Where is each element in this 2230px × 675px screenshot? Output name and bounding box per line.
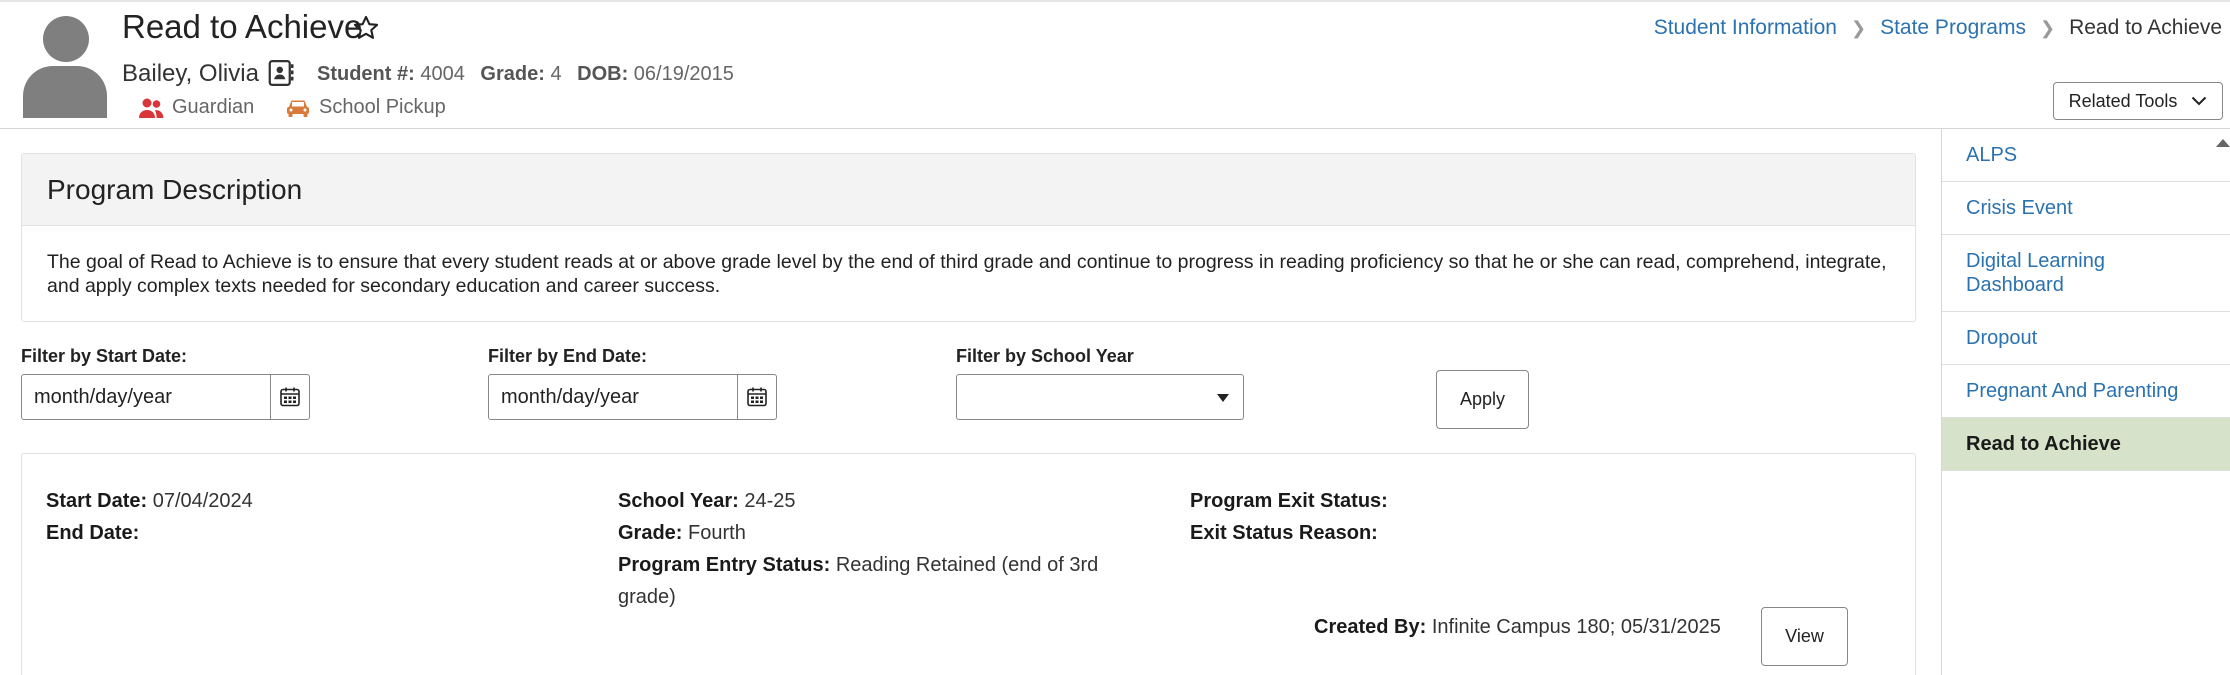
- view-button[interactable]: View: [1761, 607, 1848, 666]
- end-date-filter-input[interactable]: month/day/year: [488, 374, 777, 420]
- grade-value: Fourth: [688, 522, 746, 544]
- created-by-label: Created By:: [1314, 616, 1427, 638]
- related-tools-button[interactable]: Related Tools: [2053, 82, 2223, 120]
- breadcrumb-current: Read to Achieve: [2069, 16, 2222, 39]
- start-date-field: Start Date: 07/04/2024: [46, 485, 253, 517]
- chevron-right-icon: ❯: [2039, 17, 2056, 38]
- breadcrumb-state-programs[interactable]: State Programs: [1880, 16, 2026, 40]
- breadcrumb: Student Information ❯ State Programs ❯ R…: [1654, 16, 2222, 40]
- entry-status-field: Program Entry Status: Reading Retained (…: [618, 549, 1138, 613]
- car-icon: [287, 100, 309, 117]
- school-year-value: 24-25: [744, 490, 796, 512]
- sidebar-item-pregnant-and-parenting[interactable]: Pregnant And Parenting: [1942, 365, 2230, 418]
- start-date-label: Start Date:: [46, 490, 148, 512]
- related-tools-label: Related Tools: [2068, 90, 2178, 111]
- end-date-filter-label: Filter by End Date:: [488, 346, 648, 366]
- student-number: 4004: [420, 63, 465, 85]
- start-date-filter-label: Filter by Start Date:: [21, 346, 188, 366]
- contact-card-icon[interactable]: [266, 58, 296, 88]
- school-pickup-label: School Pickup: [319, 96, 446, 118]
- start-date-filter-input[interactable]: month/day/year: [21, 374, 310, 420]
- sidebar-item-digital-learning-dashboard[interactable]: Digital Learning Dashboard: [1942, 235, 2230, 312]
- breadcrumb-student-information[interactable]: Student Information: [1654, 16, 1837, 40]
- chevron-right-icon: ❯: [1850, 17, 1867, 38]
- sidebar-item-read-to-achieve[interactable]: Read to Achieve: [1942, 418, 2230, 471]
- program-description-panel: Program Description The goal of Read to …: [21, 153, 1916, 322]
- exit-status-label: Program Exit Status:: [1190, 490, 1388, 512]
- student-meta: Student #: 4004 Grade: 4 DOB: 06/19/2015: [317, 63, 734, 86]
- dob-label: DOB:: [577, 63, 629, 85]
- entry-status-label: Program Entry Status:: [618, 554, 831, 576]
- exit-reason-label: Exit Status Reason:: [1190, 522, 1378, 544]
- sidebar-item-dropout[interactable]: Dropout: [1942, 312, 2230, 365]
- calendar-icon[interactable]: [738, 375, 776, 419]
- guardian-label: Guardian: [172, 96, 255, 118]
- apply-button[interactable]: Apply: [1436, 370, 1529, 429]
- top-border: [0, 0, 2230, 2]
- student-name: Bailey, Olivia: [122, 60, 259, 87]
- student-grade: 4: [550, 63, 562, 85]
- grade-label: Grade:: [480, 63, 545, 85]
- programs-sidebar: ALPS Crisis Event Digital Learning Dashb…: [1941, 129, 2230, 675]
- student-avatar: [23, 16, 107, 118]
- favorite-star-icon[interactable]: [352, 14, 380, 42]
- end-date-label: End Date:: [46, 522, 140, 544]
- created-by-value: Infinite Campus 180; 05/31/2025: [1431, 616, 1721, 638]
- header-divider: [0, 128, 2230, 129]
- created-by-field: Created By: Infinite Campus 180; 05/31/2…: [1314, 611, 1721, 643]
- student-dob: 06/19/2015: [633, 63, 734, 85]
- exit-status-field: Program Exit Status:: [1190, 485, 1388, 517]
- start-date-placeholder[interactable]: month/day/year: [22, 375, 271, 419]
- end-date-placeholder[interactable]: month/day/year: [489, 375, 738, 419]
- page-title: Read to Achieve: [122, 8, 363, 45]
- chevron-down-icon: [2192, 96, 2207, 106]
- school-year-field: School Year: 24-25: [618, 485, 796, 517]
- guardian-tag[interactable]: Guardian: [138, 96, 254, 119]
- exit-reason-field: Exit Status Reason:: [1190, 517, 1378, 549]
- sidebar-item-crisis-event[interactable]: Crisis Event: [1942, 182, 2230, 235]
- grade-label: Grade:: [618, 522, 683, 544]
- dropdown-caret-icon: [1217, 394, 1229, 402]
- school-year-label: School Year:: [618, 490, 739, 512]
- end-date-field: End Date:: [46, 517, 139, 549]
- program-description-text: The goal of Read to Achieve is to ensure…: [47, 251, 1887, 297]
- calendar-icon[interactable]: [271, 375, 309, 419]
- school-year-filter-label: Filter by School Year: [956, 346, 1134, 366]
- sidebar-item-alps[interactable]: ALPS: [1942, 129, 2230, 182]
- grade-field: Grade: Fourth: [618, 517, 746, 549]
- start-date-value: 07/04/2024: [152, 490, 253, 512]
- student-number-label: Student #:: [317, 63, 415, 85]
- school-pickup-tag[interactable]: School Pickup: [285, 96, 446, 119]
- scroll-up-arrow-icon[interactable]: [2216, 139, 2230, 147]
- school-year-select[interactable]: [956, 374, 1244, 420]
- guardian-icon: [139, 98, 164, 118]
- program-description-heading: Program Description: [22, 154, 1915, 226]
